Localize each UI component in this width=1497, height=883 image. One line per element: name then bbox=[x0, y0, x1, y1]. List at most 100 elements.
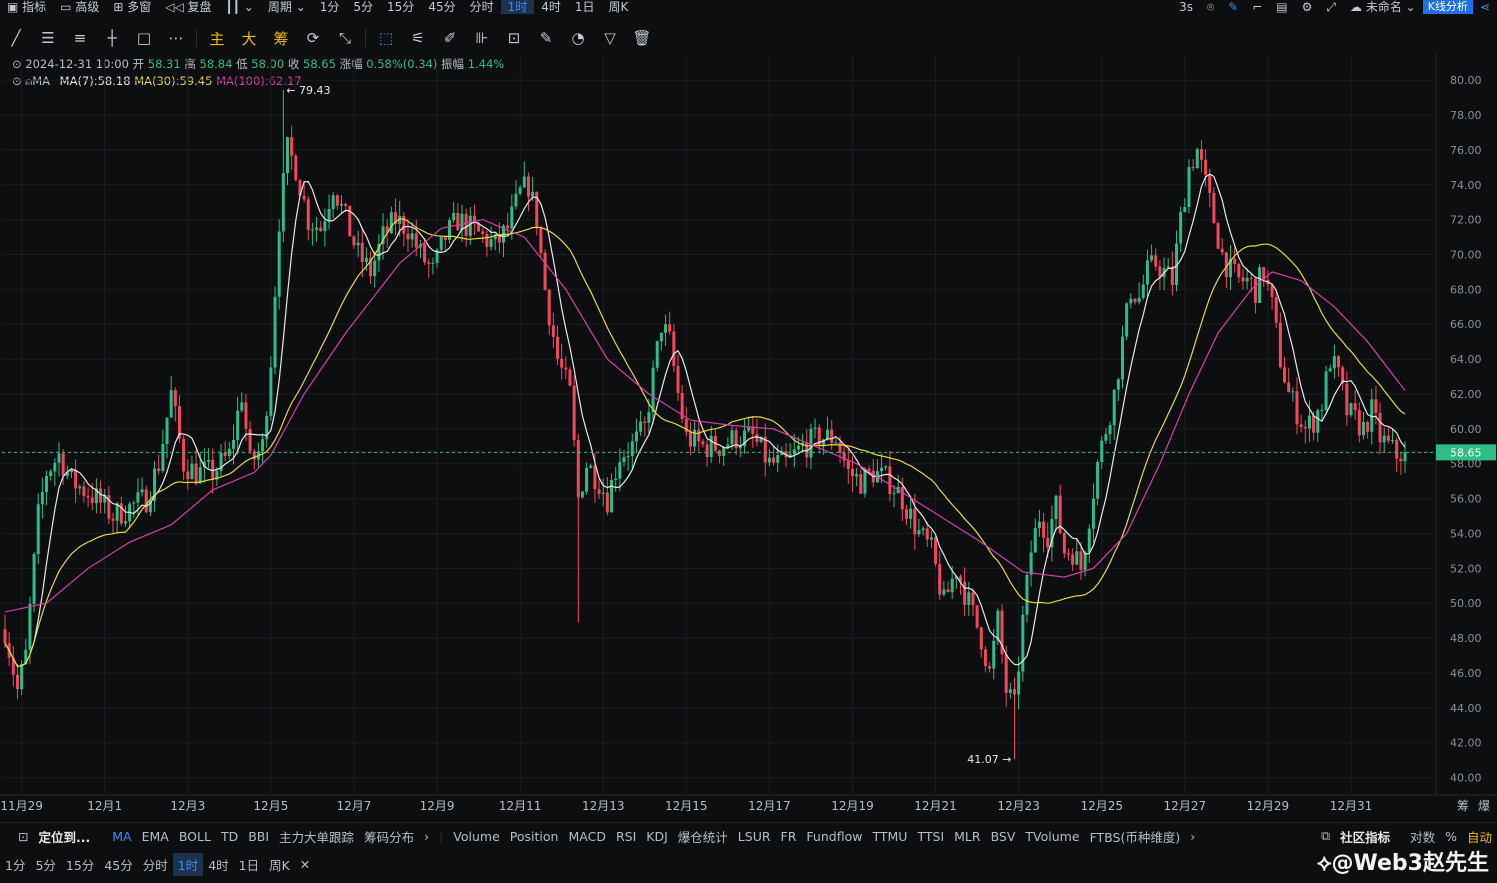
period-1w[interactable]: 周K bbox=[602, 0, 636, 14]
chevron-right-icon-2[interactable]: › bbox=[1185, 829, 1200, 844]
parallel-channel-icon[interactable]: ≡ bbox=[64, 24, 96, 52]
hide-drawings-icon[interactable]: ⤡ bbox=[329, 24, 361, 52]
brush-icon[interactable]: ✐ bbox=[434, 24, 466, 52]
chevron-right-icon[interactable]: › bbox=[419, 829, 434, 844]
refresh-rate[interactable]: 3s bbox=[1172, 0, 1200, 14]
crop-icon[interactable]: ⌐ bbox=[1245, 0, 1269, 14]
bottom-period-timeshare[interactable]: 分时 bbox=[138, 853, 173, 876]
horizontal-ray-icon[interactable]: ┼ bbox=[96, 24, 128, 52]
period-4h[interactable]: 4时 bbox=[534, 0, 568, 14]
community-indicator-button[interactable]: 社区指标 bbox=[1335, 827, 1395, 846]
indicator-bsv[interactable]: BSV bbox=[986, 829, 1021, 844]
indicator-rsi[interactable]: RSI bbox=[611, 829, 641, 844]
bottom-period-4h[interactable]: 4时 bbox=[203, 853, 233, 876]
trendline-icon[interactable]: ╱ bbox=[0, 24, 32, 52]
period-1d[interactable]: 1日 bbox=[568, 0, 602, 14]
indicator-fr[interactable]: FR bbox=[776, 829, 802, 844]
indicator-position[interactable]: Position bbox=[505, 829, 564, 844]
bottom-period-1d[interactable]: 1日 bbox=[234, 853, 264, 876]
more-tools-icon[interactable]: ⋯ bbox=[160, 24, 192, 52]
indicator-lsur[interactable]: LSUR bbox=[733, 829, 776, 844]
candle-body bbox=[115, 503, 119, 521]
collapse-icon[interactable]: ⊙ bbox=[12, 57, 25, 71]
advanced-menu[interactable]: ▭ 高级 bbox=[53, 0, 106, 14]
horizontal-lines-icon[interactable]: ☰ bbox=[32, 24, 64, 52]
indicator-ftbs[interactable]: FTBS(币种维度) bbox=[1085, 827, 1186, 846]
settings-icon[interactable]: ⚙ bbox=[1295, 0, 1320, 14]
share-icon[interactable]: ⋖ bbox=[1473, 0, 1497, 14]
indicator-liquidation[interactable]: 爆仓统计 bbox=[673, 827, 733, 846]
period-menu[interactable]: 周期 ⌄ bbox=[261, 0, 313, 14]
candle-body bbox=[1278, 322, 1282, 368]
locate-button[interactable]: 定位到... bbox=[33, 827, 95, 846]
log-scale-toggle[interactable]: 对数 bbox=[1405, 827, 1440, 846]
filter-icon[interactable]: ▽ bbox=[594, 24, 626, 52]
period-1h[interactable]: 1时 bbox=[500, 0, 535, 14]
indicator-ttmu[interactable]: TTMU bbox=[867, 829, 912, 844]
candle-body bbox=[1175, 243, 1179, 286]
percent-scale-toggle[interactable]: % bbox=[1440, 829, 1462, 844]
indicator-bbi[interactable]: BBI bbox=[243, 829, 274, 844]
indicator-fundflow[interactable]: Fundflow bbox=[801, 829, 867, 844]
indicator-volume[interactable]: Volume bbox=[448, 829, 505, 844]
chart-grid bbox=[2, 54, 1434, 795]
camera-icon[interactable]: ⌾ bbox=[1200, 0, 1221, 14]
candle-body bbox=[468, 215, 472, 236]
bottom-period-1w[interactable]: 周K bbox=[264, 853, 295, 876]
candle-body bbox=[1237, 263, 1241, 278]
multi-window-menu[interactable]: ⊞ 多窗 bbox=[106, 0, 158, 14]
indicator-kdj[interactable]: KDJ bbox=[641, 829, 673, 844]
period-1m[interactable]: 1分 bbox=[313, 0, 347, 14]
ruler-icon[interactable]: ⚟ bbox=[402, 24, 434, 52]
indicator-main-force[interactable]: 主力大单跟踪 bbox=[274, 827, 359, 846]
candle-body bbox=[1287, 382, 1291, 393]
chip-button[interactable]: 筹 bbox=[265, 24, 297, 52]
save-icon[interactable]: ▤ bbox=[1269, 0, 1294, 14]
select-tool-icon[interactable]: ⬚ bbox=[370, 24, 402, 52]
period-5m[interactable]: 5分 bbox=[346, 0, 380, 14]
x-tick-label: 12月13 bbox=[582, 799, 625, 813]
big-order-button[interactable]: 大 bbox=[233, 24, 265, 52]
magnet-icon[interactable]: ⟳ bbox=[297, 24, 329, 52]
collapse-ma-icon[interactable]: ⊙ bbox=[12, 74, 25, 88]
rectangle-icon[interactable]: □ bbox=[128, 24, 160, 52]
locate-icon[interactable]: ⊡ bbox=[0, 829, 33, 844]
chart-type-menu[interactable]: ┃┃ ⌄ bbox=[219, 0, 261, 14]
layout-menu[interactable]: ☁ 未命名 ⌄ bbox=[1343, 0, 1423, 14]
bottom-period-45m[interactable]: 45分 bbox=[99, 853, 137, 876]
period-45m[interactable]: 45分 bbox=[421, 0, 462, 14]
indicator-chip[interactable]: 筹码分布 bbox=[359, 827, 419, 846]
eraser-icon[interactable]: ◔ bbox=[562, 24, 594, 52]
close-icon[interactable]: ✕ bbox=[295, 855, 315, 874]
fullscreen-icon[interactable]: ⤢ bbox=[1319, 0, 1343, 14]
period-15m[interactable]: 15分 bbox=[380, 0, 421, 14]
bottom-period-5m[interactable]: 5分 bbox=[30, 853, 60, 876]
community-icon[interactable]: ⧉ bbox=[1316, 828, 1335, 844]
note-icon[interactable]: ✎ bbox=[530, 24, 562, 52]
bottom-period-1m[interactable]: 1分 bbox=[0, 853, 30, 876]
pen-icon[interactable]: ✎ bbox=[1221, 0, 1245, 14]
indicator-ema[interactable]: EMA bbox=[137, 829, 174, 844]
auto-scale-toggle[interactable]: 自动 bbox=[1462, 827, 1497, 846]
replay-menu[interactable]: ◁◁ 复盘 bbox=[158, 0, 218, 14]
indicator-td[interactable]: TD bbox=[216, 829, 243, 844]
candle-body bbox=[817, 427, 821, 446]
bottom-period-1h[interactable]: 1时 bbox=[172, 852, 204, 876]
indicator-boll[interactable]: BOLL bbox=[174, 829, 216, 844]
indicator-ma[interactable]: MA bbox=[107, 829, 136, 844]
candle-body bbox=[1129, 298, 1133, 304]
indicator-ttsi[interactable]: TTSI bbox=[912, 829, 949, 844]
kline-analysis-button[interactable]: K线分析 bbox=[1422, 0, 1473, 14]
compare-icon[interactable]: ⊪ bbox=[466, 24, 498, 52]
indicator-mlr[interactable]: MLR bbox=[949, 829, 985, 844]
trash-icon[interactable]: 🗑 bbox=[626, 24, 658, 52]
candlestick-chart[interactable]: 80.00 78.00 76.00 74.00 72.00 70.00 68.00 66.00… bbox=[0, 0, 1497, 822]
period-timeshare[interactable]: 分时 bbox=[463, 0, 501, 14]
candle-body bbox=[1328, 368, 1332, 372]
indicator-tvolume[interactable]: TVolume bbox=[1020, 829, 1084, 844]
indicator-menu[interactable]: ▣ 指标 bbox=[0, 0, 53, 14]
main-indicator-button[interactable]: 主 bbox=[201, 24, 233, 52]
lock-icon[interactable]: ⊡ bbox=[498, 24, 530, 52]
bottom-period-15m[interactable]: 15分 bbox=[61, 853, 99, 876]
indicator-macd[interactable]: MACD bbox=[563, 829, 610, 844]
